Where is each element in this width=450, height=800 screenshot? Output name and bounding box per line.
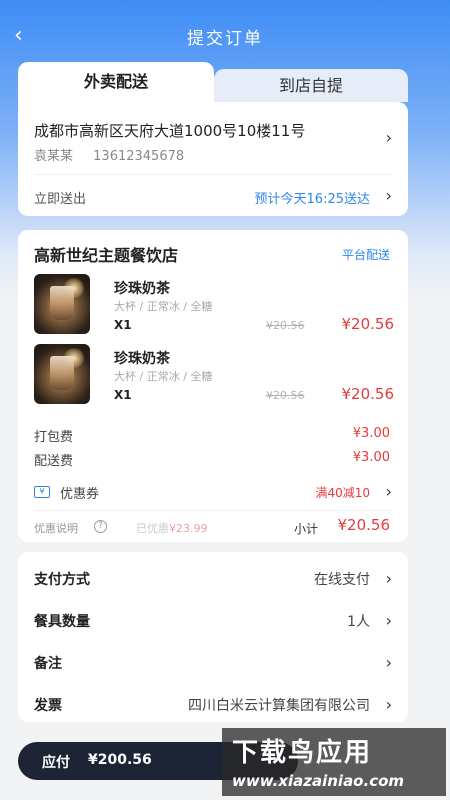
- amount-due-label: 应付: [42, 755, 70, 771]
- help-icon[interactable]: ?: [94, 520, 107, 533]
- chevron-right-icon: ›: [385, 695, 392, 714]
- eta-chevron-icon[interactable]: ›: [386, 188, 392, 204]
- site-watermark: 下载鸟应用 www.xiazainiao.com: [222, 728, 446, 796]
- divider: [34, 510, 392, 511]
- watermark-url: www.xiazainiao.com: [232, 772, 405, 790]
- chevron-right-icon: ›: [385, 653, 392, 672]
- deliver-eta[interactable]: 预计今天16:25送达: [255, 188, 370, 207]
- coupon-label[interactable]: 优惠券: [60, 483, 99, 502]
- remarks-row[interactable]: 备注 ›: [18, 640, 408, 682]
- address-line[interactable]: 成都市高新区天府大道1000号10楼11号: [34, 120, 305, 141]
- subtotal-label: 小计: [294, 522, 319, 536]
- item-name: 珍珠奶茶: [114, 351, 170, 367]
- tab-pickup[interactable]: 到店自提: [214, 69, 408, 102]
- item-original-price: ¥20.56: [266, 319, 305, 332]
- option-value: 四川白米云计算集团有限公司: [188, 698, 370, 714]
- product-image: [34, 274, 90, 334]
- product-image: [34, 344, 90, 404]
- option-value: 1人: [347, 614, 370, 630]
- contact-phone: 13612345678: [93, 149, 185, 164]
- discounted-prefix: 已优惠: [136, 522, 169, 535]
- delivery-fee-label: 配送费: [34, 454, 74, 469]
- coupon-chevron-icon[interactable]: ›: [386, 484, 392, 500]
- invoice-row[interactable]: 发票 四川白米云计算集团有限公司 ›: [18, 682, 408, 724]
- option-label: 备注: [34, 656, 62, 672]
- discount-info-label: 优惠说明: [34, 522, 78, 535]
- subtotal-value: ¥20.56: [337, 516, 391, 534]
- discounted-amount: 已优惠¥23.99: [136, 520, 208, 536]
- item-price: ¥20.56: [341, 385, 395, 403]
- divider: [34, 174, 392, 175]
- list-item: 珍珠奶茶 大杯 / 正常冰 / 全糖 X1 ¥20.56 ¥20.56: [34, 274, 394, 334]
- coupon-icon: ¥: [34, 486, 50, 498]
- contact-name: 袁某某: [34, 149, 74, 164]
- options-card: 支付方式 在线支付 › 餐具数量 1人 › 备注 › 发票 四川白米云计算集团有…: [18, 552, 408, 722]
- item-quantity: X1: [114, 318, 132, 332]
- packing-fee-label: 打包费: [34, 430, 74, 445]
- option-label: 发票: [34, 698, 62, 714]
- platform-delivery-badge: 平台配送: [341, 248, 390, 262]
- item-spec: 大杯 / 正常冰 / 全糖: [114, 370, 213, 383]
- packing-fee-value: ¥3.00: [352, 426, 390, 441]
- item-name: 珍珠奶茶: [114, 281, 170, 297]
- delivery-fee-value: ¥3.00: [352, 450, 390, 465]
- item-quantity: X1: [114, 388, 132, 402]
- option-value: 在线支付: [314, 572, 370, 588]
- payment-method-row[interactable]: 支付方式 在线支付 ›: [18, 556, 408, 598]
- deliver-time-label: 立即送出: [34, 192, 87, 207]
- tab-delivery[interactable]: 外卖配送: [18, 62, 214, 102]
- address-contact: 袁某某 13612345678: [34, 145, 200, 164]
- list-item: 珍珠奶茶 大杯 / 正常冰 / 全糖 X1 ¥20.56 ¥20.56: [34, 344, 394, 404]
- tableware-row[interactable]: 餐具数量 1人 ›: [18, 598, 408, 640]
- item-price: ¥20.56: [341, 315, 395, 333]
- coupon-value[interactable]: 满40减10: [315, 484, 370, 501]
- chevron-right-icon: ›: [385, 569, 392, 588]
- item-original-price: ¥20.56: [266, 389, 305, 402]
- item-spec: 大杯 / 正常冰 / 全糖: [114, 300, 213, 313]
- discounted-value: ¥23.99: [169, 522, 208, 535]
- page-title: 提交订单: [187, 29, 263, 49]
- store-name: 高新世纪主题餐饮店: [34, 246, 179, 265]
- option-label: 餐具数量: [34, 614, 90, 630]
- app-header: ‹ 提交订单: [0, 0, 450, 70]
- address-section: 成都市高新区天府大道1000号10楼11号 袁某某 13612345678 › …: [18, 102, 408, 216]
- store-card: 高新世纪主题餐饮店 平台配送 珍珠奶茶 大杯 / 正常冰 / 全糖 X1 ¥20…: [18, 230, 408, 542]
- delivery-card: 外卖配送 到店自提 成都市高新区天府大道1000号10楼11号 袁某某 1361…: [18, 62, 408, 216]
- chevron-right-icon: ›: [385, 611, 392, 630]
- option-label: 支付方式: [34, 572, 90, 588]
- watermark-logo-text: 下载鸟应用: [232, 738, 373, 768]
- amount-due-value: ¥200.56: [88, 752, 152, 768]
- address-chevron-icon[interactable]: ›: [386, 130, 392, 146]
